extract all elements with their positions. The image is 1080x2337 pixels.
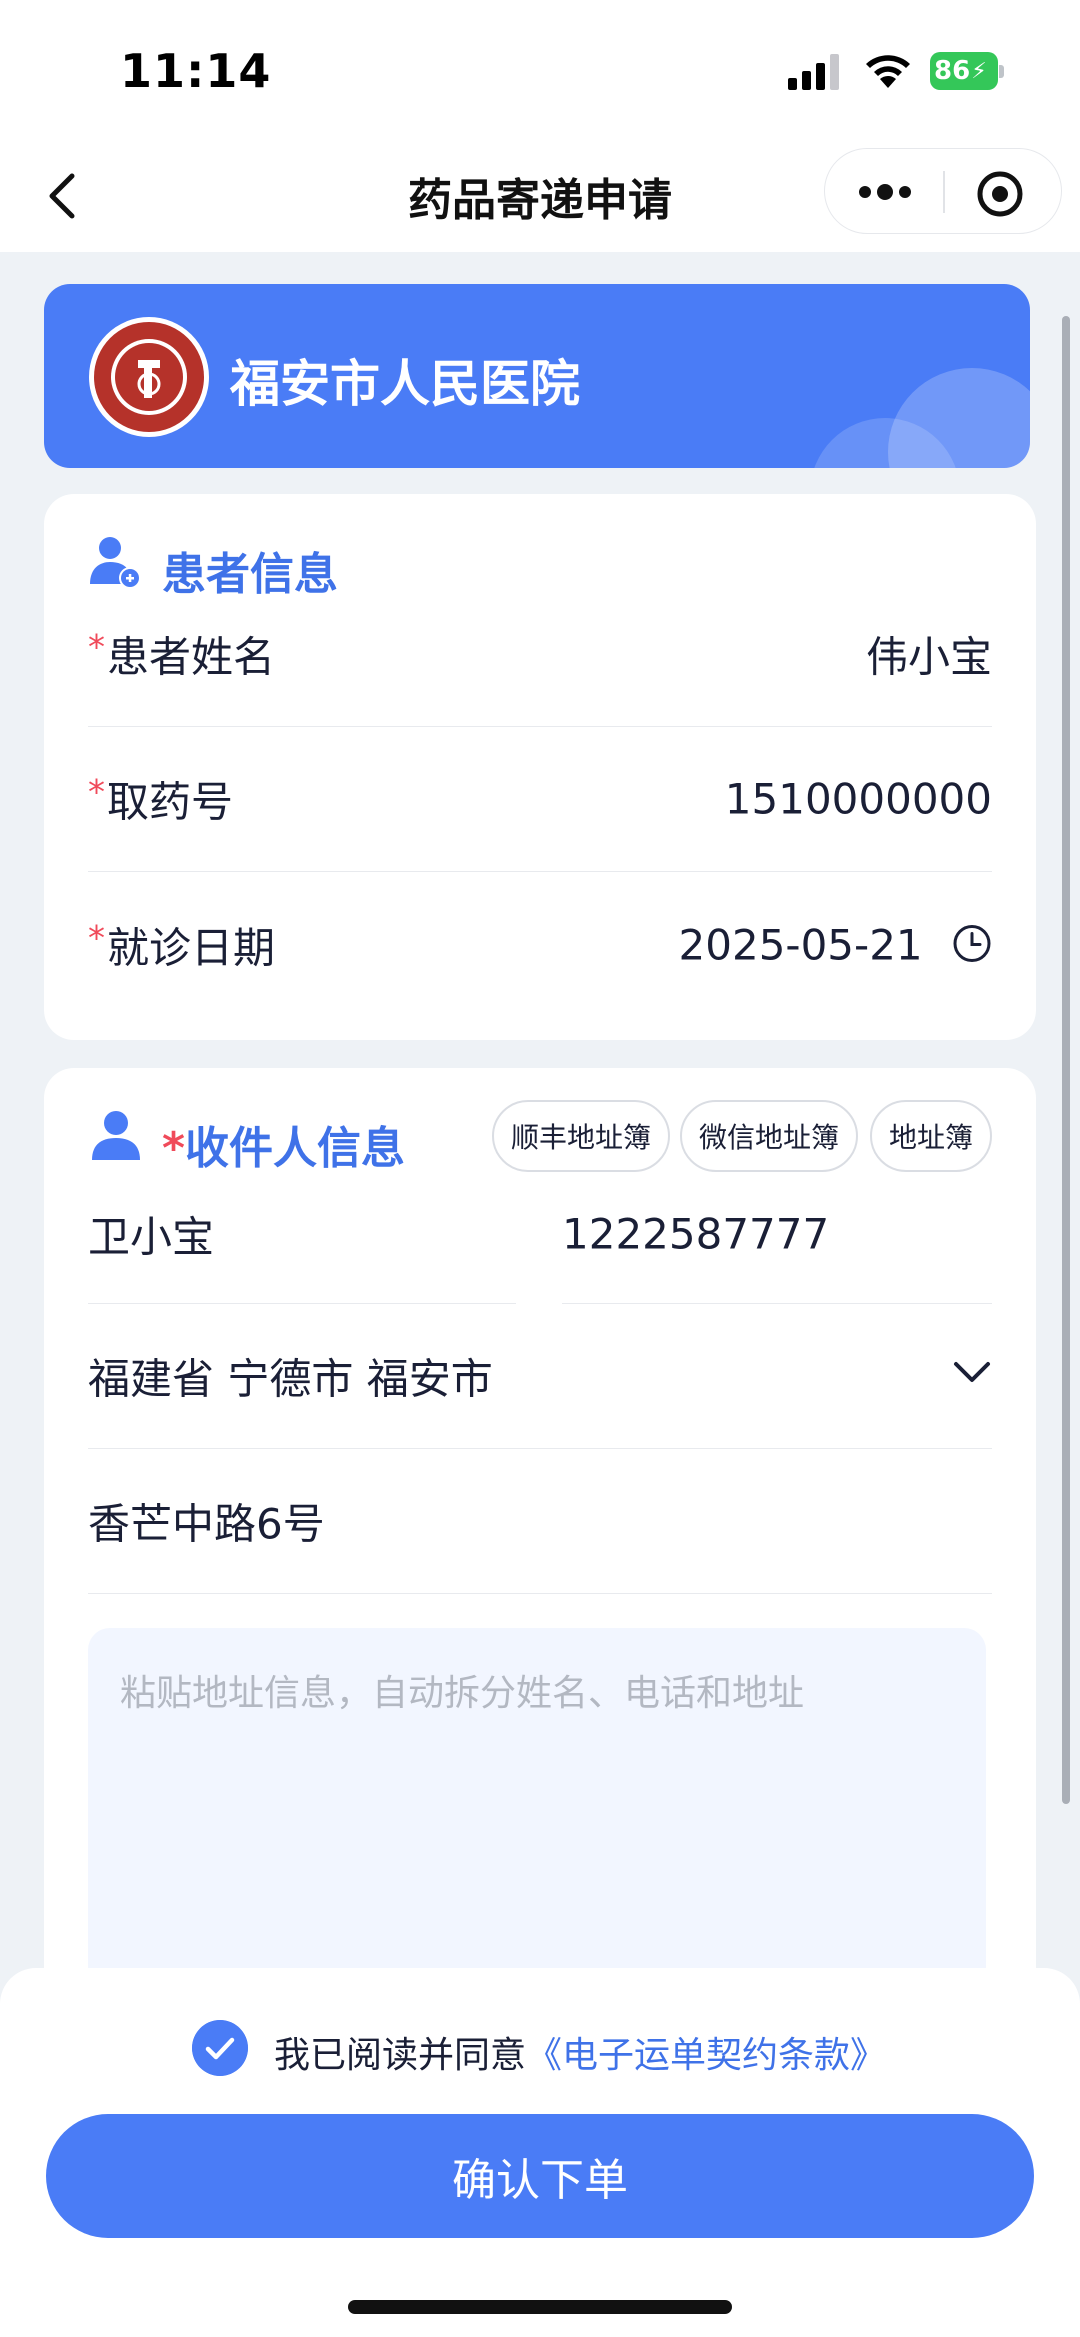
scrollbar[interactable] xyxy=(1062,316,1070,1804)
agree-checkbox[interactable] xyxy=(192,2020,248,2076)
status-time: 11:14 xyxy=(120,44,272,98)
confirm-order-button[interactable]: 确认下单 xyxy=(46,2114,1034,2238)
patient-info-card: 患者信息 *患者姓名 伟小宝 *取药号 1510000000 *就诊日期 202… xyxy=(44,494,1036,1040)
battery-percent: 86 xyxy=(934,56,971,86)
address-book-button[interactable]: 地址簿 xyxy=(870,1100,992,1172)
recipient-phone-field[interactable]: 1222587777 xyxy=(562,1164,992,1304)
pickup-number-value[interactable]: 1510000000 xyxy=(725,775,992,824)
nav-bar: 药品寄递申请 xyxy=(0,140,1080,252)
detail-address-field[interactable]: 香芒中路6号 xyxy=(88,1449,992,1594)
agree-label: 我已阅读并同意 xyxy=(274,2035,527,2076)
battery-charging-icon: 86 ⚡ xyxy=(930,52,1004,90)
status-bar: 11:14 86 ⚡ xyxy=(0,0,1080,140)
visit-date-row[interactable]: *就诊日期 2025-05-21 xyxy=(88,872,992,1017)
wechat-address-book-button[interactable]: 微信地址簿 xyxy=(680,1100,858,1172)
visit-date-value: 2025-05-21 xyxy=(678,920,923,969)
hospital-name: 福安市人民医院 xyxy=(230,355,580,413)
recipient-name-field[interactable]: 卫小宝 xyxy=(88,1164,516,1304)
recipient-info-card: *收件人信息 顺丰地址簿 微信地址簿 地址簿 卫小宝 1222587777 福建… xyxy=(44,1068,1036,2068)
more-icon[interactable] xyxy=(855,177,915,207)
clock-icon xyxy=(953,925,991,962)
visit-date-label: *就诊日期 xyxy=(88,918,276,972)
user-icon xyxy=(92,1111,140,1160)
target-icon[interactable] xyxy=(975,169,1025,219)
chevron-down-icon xyxy=(954,1362,990,1382)
recipient-name-value: 卫小宝 xyxy=(88,1212,215,1261)
recipient-phone-value: 1222587777 xyxy=(562,1209,830,1258)
mini-program-capsule xyxy=(824,148,1062,234)
terms-link[interactable]: 《电子运单契约条款》 xyxy=(526,2035,886,2076)
home-indicator xyxy=(348,2300,732,2314)
signal-icon xyxy=(788,54,839,90)
detail-address-value: 香芒中路6号 xyxy=(88,1499,325,1549)
patient-name-row: *患者姓名 伟小宝 xyxy=(88,582,992,727)
patient-name-label: *患者姓名 xyxy=(88,627,276,682)
region-value: 福建省 宁德市 福安市 xyxy=(88,1354,493,1404)
hospital-banner: 福安市人民医院 xyxy=(44,284,1030,468)
visit-date-value-wrap[interactable]: 2025-05-21 xyxy=(679,920,992,969)
sf-address-book-button[interactable]: 顺丰地址簿 xyxy=(492,1100,670,1172)
pickup-number-row: *取药号 1510000000 xyxy=(88,727,992,872)
wifi-icon xyxy=(866,55,910,88)
battery-level: 86 ⚡ xyxy=(930,52,998,90)
region-selector[interactable]: 福建省 宁德市 福安市 xyxy=(88,1304,992,1449)
pickup-number-label: *取药号 xyxy=(88,772,234,827)
patient-name-value[interactable]: 伟小宝 xyxy=(866,624,992,685)
hospital-logo-icon xyxy=(89,317,209,437)
agree-text: 我已阅读并同意《电子运单契约条款》 xyxy=(274,2026,886,2078)
bottom-action-panel: 我已阅读并同意《电子运单契约条款》 确认下单 xyxy=(0,1968,1080,2337)
